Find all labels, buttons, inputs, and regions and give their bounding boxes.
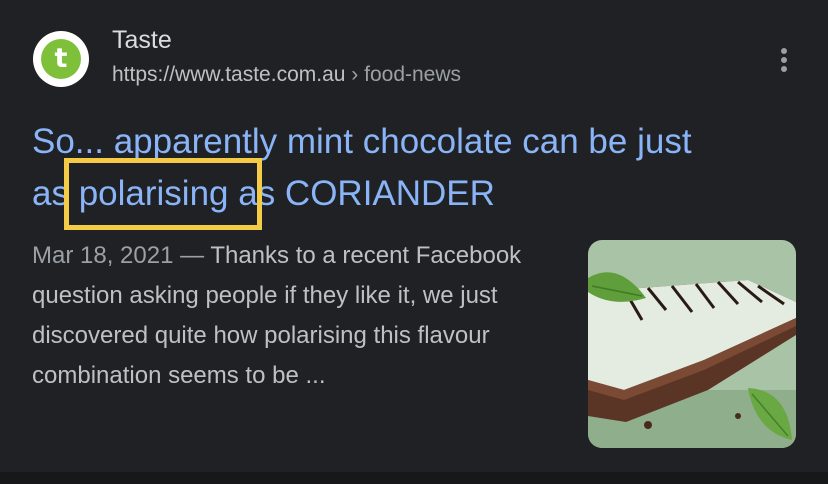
url-base: https://www.taste.com.au	[112, 63, 346, 86]
result-thumbnail[interactable]	[588, 240, 796, 448]
thumbnail-image	[588, 240, 796, 448]
date-separator: —	[180, 242, 205, 269]
result-snippet: Mar 18, 2021 — Thanks to a recent Facebo…	[32, 236, 572, 396]
result-title-link[interactable]: So... apparently mint chocolate can be j…	[32, 116, 812, 220]
site-favicon-icon[interactable]: t	[33, 31, 89, 87]
title-line-2: as polarising as CORIANDER	[32, 174, 495, 213]
more-vert-icon	[781, 48, 787, 72]
more-options-button[interactable]	[768, 44, 800, 76]
result-date: Mar 18, 2021	[32, 242, 174, 269]
site-url[interactable]: https://www.taste.com.au › food-news	[112, 63, 461, 87]
favicon-letter: t	[41, 39, 81, 79]
url-path: food-news	[364, 63, 462, 86]
url-separator: ›	[351, 63, 359, 86]
search-result: t Taste https://www.taste.com.au › food-…	[0, 0, 828, 472]
site-name[interactable]: Taste	[112, 26, 172, 55]
title-line-1: So... apparently mint chocolate can be j…	[32, 122, 692, 161]
divider	[0, 472, 828, 484]
